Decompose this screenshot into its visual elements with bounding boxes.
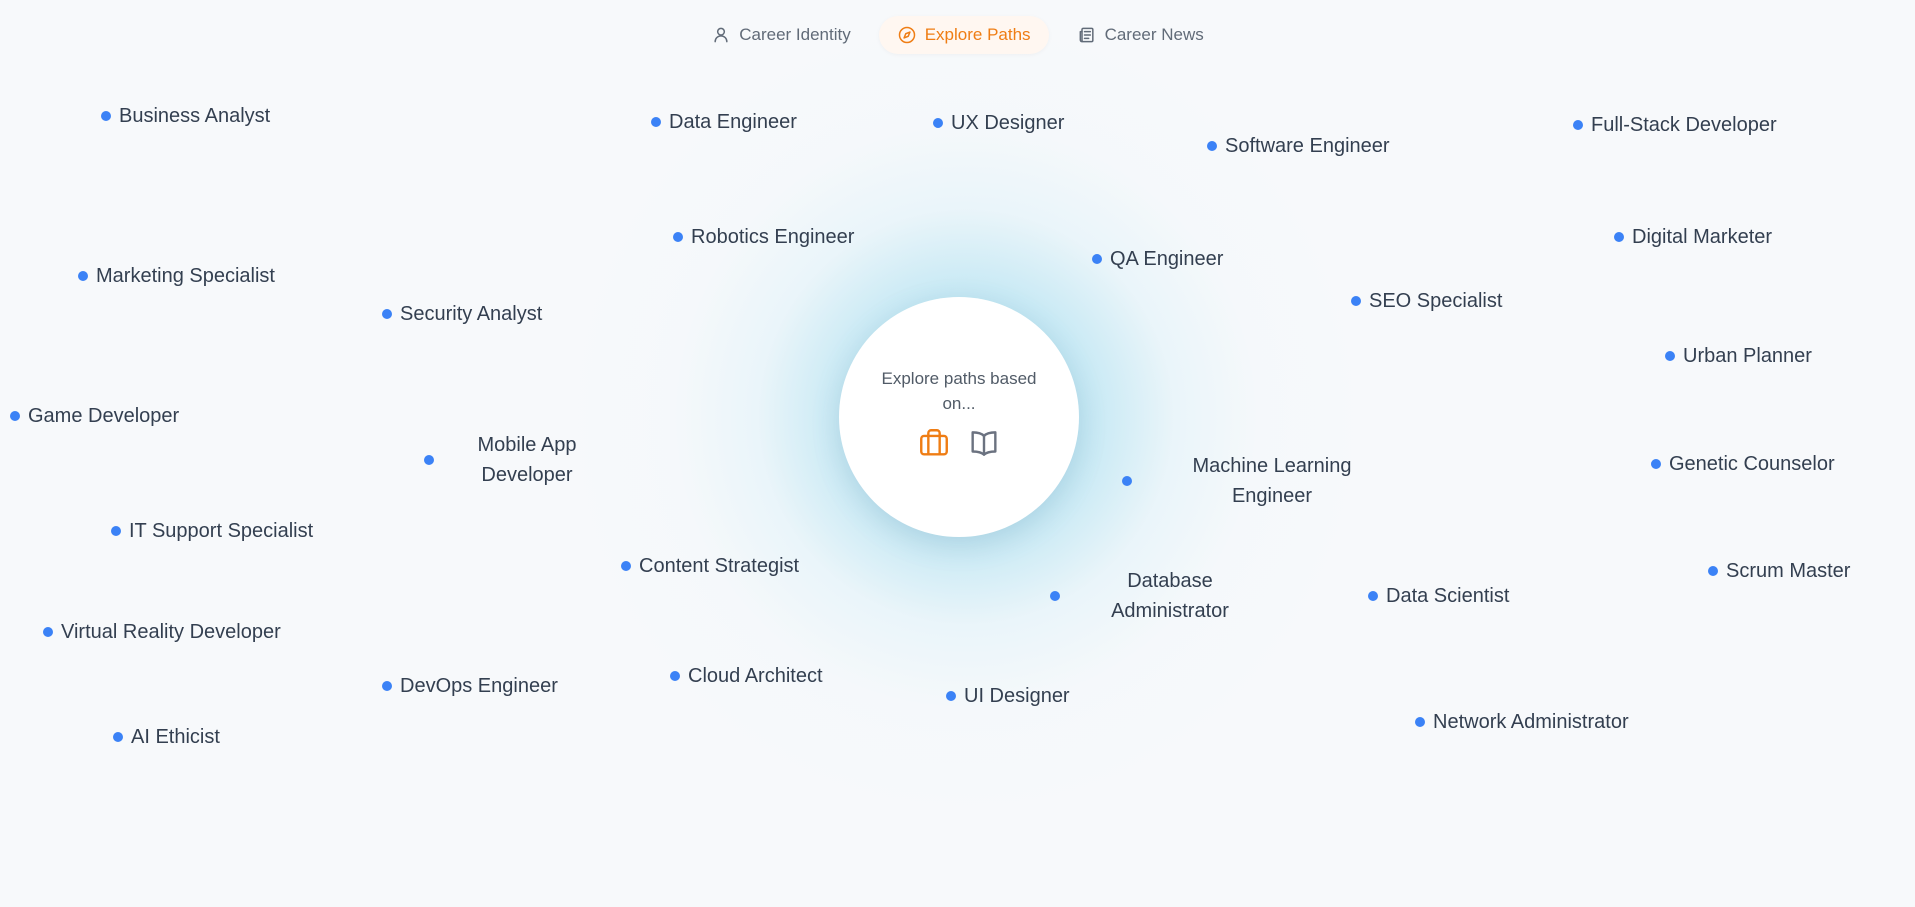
tab-career-identity[interactable]: Career Identity [693,16,869,54]
career-label: Network Administrator [1433,711,1629,733]
career-dot [1122,476,1132,486]
career-node[interactable]: SEO Specialist [1351,286,1502,316]
career-dot [10,411,20,421]
career-label: Cloud Architect [688,665,823,687]
career-dot [1092,254,1102,264]
tab-career-identity-label: Career Identity [739,25,851,44]
career-label: Data Scientist [1386,585,1510,607]
book-open-icon[interactable] [967,426,1001,460]
career-label: Marketing Specialist [96,265,275,287]
tab-explore-paths[interactable]: Explore Paths [878,16,1049,54]
career-dot [673,232,683,242]
career-node[interactable]: Cloud Architect [670,661,823,691]
career-dot [1368,591,1378,601]
career-dot [1351,296,1361,306]
explore-hub-icons [917,426,1001,460]
career-node[interactable]: Business Analyst [101,101,270,131]
career-node[interactable]: Virtual Reality Developer [43,617,281,647]
career-node[interactable]: Mobile App Developer [424,430,622,490]
career-node[interactable]: Software Engineer [1207,131,1390,161]
newspaper-icon [1077,25,1097,45]
career-label: DevOps Engineer [400,675,558,697]
career-dot [382,681,392,691]
career-dot [1207,141,1217,151]
career-label: Content Strategist [639,555,800,577]
career-label: QA Engineer [1110,248,1224,270]
career-node[interactable]: Content Strategist [621,551,799,581]
career-label: Machine Learning Engineer [1192,455,1352,507]
career-dot [1651,459,1661,469]
career-dot [1708,566,1718,576]
career-node[interactable]: QA Engineer [1092,244,1223,274]
career-label: Mobile App Developer [477,434,577,486]
explore-hub-text: Explore paths based on... [881,369,1037,413]
explore-hub: Explore paths based on... [839,297,1079,537]
career-dot [1050,591,1060,601]
career-node[interactable]: Scrum Master [1708,556,1850,586]
career-dot [113,732,123,742]
career-label: Scrum Master [1726,560,1851,582]
career-dot [1665,351,1675,361]
career-label: UI Designer [964,685,1070,707]
top-tabs: Career Identity Explore Paths Career New… [0,16,1915,54]
career-node[interactable]: Genetic Counselor [1651,449,1835,479]
career-label: Software Engineer [1225,135,1390,157]
career-label: UX Designer [951,112,1065,134]
career-node[interactable]: IT Support Specialist [111,516,313,546]
career-node[interactable]: Urban Planner [1665,341,1812,371]
career-node[interactable]: Security Analyst [382,299,542,329]
career-node[interactable]: Marketing Specialist [78,261,275,291]
career-node[interactable]: UX Designer [933,108,1064,138]
career-label: Security Analyst [400,303,543,325]
career-dot [651,117,661,127]
career-node[interactable]: Digital Marketer [1614,222,1772,252]
career-dot [933,118,943,128]
career-node[interactable]: Game Developer [10,401,179,431]
career-node[interactable]: Machine Learning Engineer [1122,451,1372,511]
career-label: Virtual Reality Developer [61,621,281,643]
career-label: Robotics Engineer [691,226,855,248]
career-dot [43,627,53,637]
career-dot [382,309,392,319]
career-node[interactable]: Full-Stack Developer [1573,110,1777,140]
career-label: Business Analyst [119,105,271,127]
career-dot [101,111,111,121]
career-dot [1614,232,1624,242]
career-label: Game Developer [28,405,180,427]
career-dot [1573,120,1583,130]
career-label: IT Support Specialist [129,520,314,542]
career-label: AI Ethicist [131,726,220,748]
career-node[interactable]: Network Administrator [1415,707,1629,737]
career-node[interactable]: Data Scientist [1368,581,1509,611]
tab-career-news-label: Career News [1104,25,1204,44]
tab-career-news[interactable]: Career News [1059,16,1222,54]
career-node[interactable]: AI Ethicist [113,722,220,752]
career-dot [78,271,88,281]
career-node[interactable]: DevOps Engineer [382,671,558,701]
career-node[interactable]: Database Administrator [1050,566,1255,626]
career-dot [111,526,121,536]
person-icon [711,25,731,45]
tab-explore-paths-label: Explore Paths [924,25,1031,44]
career-label: Data Engineer [669,111,797,133]
career-dot [1415,717,1425,727]
career-node[interactable]: UI Designer [946,681,1070,711]
career-label: Database Administrator [1111,570,1229,622]
career-label: Urban Planner [1683,345,1812,367]
career-label: SEO Specialist [1369,290,1503,312]
briefcase-icon[interactable] [917,426,951,460]
career-label: Full-Stack Developer [1591,114,1777,136]
compass-icon [897,25,917,45]
career-node[interactable]: Data Engineer [651,107,797,137]
career-label: Digital Marketer [1632,226,1773,248]
career-dot [621,561,631,571]
career-dot [946,691,956,701]
career-label: Genetic Counselor [1669,453,1835,475]
career-node[interactable]: Robotics Engineer [673,222,854,252]
career-dot [670,671,680,681]
